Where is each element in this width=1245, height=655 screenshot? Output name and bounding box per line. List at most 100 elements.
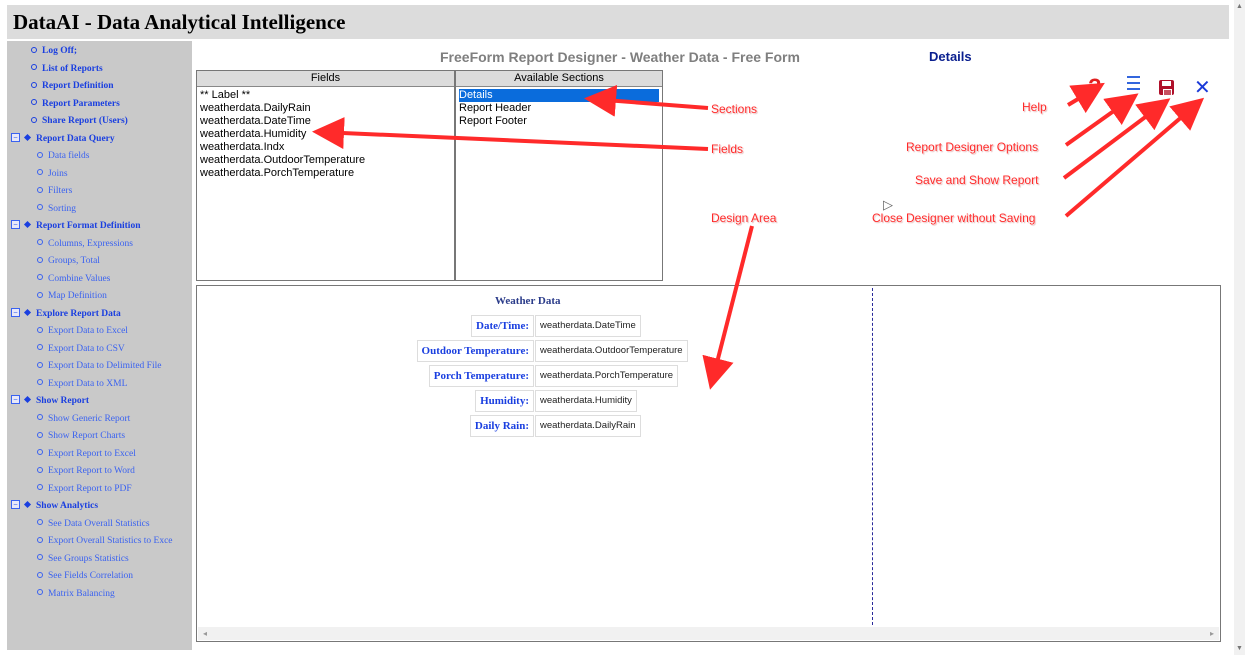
sidebar-item[interactable]: − Report Format Definition xyxy=(11,218,140,235)
sidebar-item[interactable]: List of Reports xyxy=(31,61,103,78)
bullet-icon xyxy=(31,64,37,71)
close-icon[interactable]: ✕ xyxy=(1194,75,1211,99)
scroll-up-icon[interactable]: ▲ xyxy=(1236,3,1243,10)
sidebar-item[interactable]: Groups, Total xyxy=(37,253,100,270)
help-icon[interactable]: ? xyxy=(1088,74,1101,100)
annotation-close: Close Designer without Saving xyxy=(872,211,1036,225)
sidebar-item[interactable]: Export Overall Statistics to Exce xyxy=(37,533,173,550)
form-field-value[interactable]: weatherdata.DateTime xyxy=(535,315,641,337)
sidebar-item[interactable]: See Data Overall Statistics xyxy=(37,516,150,533)
sidebar-item[interactable]: − Report Data Query xyxy=(11,131,115,148)
form-field-value[interactable]: weatherdata.PorchTemperature xyxy=(535,365,679,387)
sidebar-item-label: Export Overall Statistics to Exce xyxy=(48,536,173,546)
sidebar-item-label: Share Report (Users) xyxy=(42,116,128,126)
collapse-icon[interactable]: − xyxy=(11,307,20,317)
bullet-icon xyxy=(31,46,37,53)
form-field-value[interactable]: weatherdata.DailyRain xyxy=(535,415,641,437)
sidebar-item-label: Combine Values xyxy=(48,273,111,284)
bullet-icon xyxy=(31,116,37,123)
sidebar-item[interactable]: Report Definition xyxy=(31,78,114,95)
sidebar-item-label: Data fields xyxy=(48,151,90,161)
form-field-label[interactable]: Outdoor Temperature: xyxy=(416,340,534,362)
collapse-icon[interactable]: − xyxy=(11,132,20,142)
sidebar-item-label: Show Generic Report xyxy=(48,413,131,424)
bullet-icon xyxy=(37,326,43,333)
sidebar-item[interactable]: Joins xyxy=(37,166,68,183)
scroll-right-icon[interactable]: ▸ xyxy=(1210,627,1214,640)
form-row: Date/Time: weatherdata.DateTime xyxy=(197,315,897,337)
sidebar-item[interactable]: Filters xyxy=(37,183,72,200)
options-menu-icon[interactable] xyxy=(1127,76,1140,90)
bullet-icon xyxy=(37,204,43,211)
sidebar-item[interactable]: Export Report to PDF xyxy=(37,481,132,498)
form-field-value[interactable]: weatherdata.OutdoorTemperature xyxy=(535,340,688,362)
fields-list[interactable]: ** Label ** weatherdata.DailyRain weatherd… xyxy=(197,87,454,182)
form-field-value[interactable]: weatherdata.Humidity xyxy=(535,390,637,412)
scroll-down-icon[interactable]: ▼ xyxy=(1236,645,1243,652)
save-icon[interactable] xyxy=(1159,80,1174,96)
sidebar-item[interactable]: Data fields xyxy=(37,148,89,165)
fields-panel: Fields ** Label ** weatherdata.DailyRain w… xyxy=(196,70,455,281)
sidebar-item[interactable]: Export Report to Word xyxy=(37,463,135,480)
field-option[interactable]: weatherdata.Humidity xyxy=(200,128,451,141)
sidebar-item-label: Export Data to Delimited File xyxy=(48,361,162,371)
bullet-icon xyxy=(37,379,43,386)
annotation-save: Save and Show Report xyxy=(915,173,1039,187)
annotation-design-area: Design Area xyxy=(711,211,777,225)
section-option[interactable]: Report Footer xyxy=(459,115,659,128)
collapse-icon[interactable]: − xyxy=(11,220,20,230)
collapse-icon[interactable]: − xyxy=(11,395,20,405)
sidebar-item[interactable]: − Explore Report Data xyxy=(11,306,121,323)
form-field-label[interactable]: Date/Time: xyxy=(471,315,534,337)
scroll-left-icon[interactable]: ◂ xyxy=(203,627,207,640)
sections-list[interactable]: Details Report Header Report Footer xyxy=(456,87,662,130)
bullet-icon xyxy=(37,484,43,491)
section-option[interactable]: Details xyxy=(459,89,659,102)
sidebar-item-label: Filters xyxy=(48,186,73,196)
bullet-icon xyxy=(31,81,37,88)
sidebar-item[interactable]: Export Data to XML xyxy=(37,376,127,393)
sidebar-item[interactable]: Export Data to Excel xyxy=(37,323,128,340)
sidebar-item[interactable]: Map Definition xyxy=(37,288,107,305)
field-option[interactable]: weatherdata.DailyRain xyxy=(200,102,451,115)
sidebar-item[interactable]: Matrix Balancing xyxy=(37,586,115,603)
bullet-icon xyxy=(37,169,43,176)
sidebar-item-label: Export Data to Excel xyxy=(48,326,128,336)
field-option[interactable]: weatherdata.OutdoorTemperature xyxy=(200,154,451,167)
sidebar-item[interactable]: − Show Analytics xyxy=(11,498,98,515)
design-area[interactable]: Weather Data Date/Time: weatherdata.DateT… xyxy=(196,285,1221,642)
sidebar-item-label: List of Reports xyxy=(42,63,103,74)
sidebar-item-label: See Groups Statistics xyxy=(48,553,129,564)
bullet-icon xyxy=(31,99,37,106)
bullet-icon xyxy=(37,274,43,281)
section-option[interactable]: Report Header xyxy=(459,102,659,115)
sidebar-item[interactable]: See Fields Correlation xyxy=(37,568,133,585)
sidebar-item[interactable]: See Groups Statistics xyxy=(37,551,129,568)
sidebar-nav: Log Off; List of Reports Report Definition… xyxy=(7,41,192,650)
bullet-icon xyxy=(37,536,43,543)
form-field-label[interactable]: Daily Rain: xyxy=(469,415,534,437)
sidebar-item-label: See Fields Correlation xyxy=(48,571,133,581)
sidebar-item[interactable]: Columns, Expressions xyxy=(37,236,133,253)
field-option[interactable]: weatherdata.Indx xyxy=(200,141,451,154)
sidebar-item[interactable]: Export Data to Delimited File xyxy=(37,358,161,375)
form-title[interactable]: Weather Data xyxy=(495,295,560,307)
form-field-label[interactable]: Porch Temperature: xyxy=(428,365,534,387)
field-option[interactable]: ** Label ** xyxy=(200,89,451,102)
field-option[interactable]: weatherdata.DateTime xyxy=(200,115,451,128)
sidebar-item[interactable]: − Show Report xyxy=(11,393,89,410)
sidebar-item[interactable]: Show Report Charts xyxy=(37,428,125,445)
sidebar-item[interactable]: Export Report to Excel xyxy=(37,446,136,463)
sidebar-item[interactable]: Log Off; xyxy=(31,43,77,60)
collapse-icon[interactable]: − xyxy=(11,500,20,510)
sidebar-item[interactable]: Report Parameters xyxy=(31,96,120,113)
horizontal-scrollbar[interactable]: ◂ ▸ xyxy=(198,627,1219,640)
sidebar-item[interactable]: Combine Values xyxy=(37,271,110,288)
sidebar-item[interactable]: Show Generic Report xyxy=(37,411,130,428)
field-option[interactable]: weatherdata.PorchTemperature xyxy=(200,167,451,180)
sidebar-item[interactable]: Export Data to CSV xyxy=(37,341,125,358)
vertical-scrollbar[interactable]: ▲ ▼ xyxy=(1234,0,1245,655)
form-field-label[interactable]: Humidity: xyxy=(475,390,534,412)
sidebar-item[interactable]: Sorting xyxy=(37,201,76,218)
sidebar-item[interactable]: Share Report (Users) xyxy=(31,113,128,130)
